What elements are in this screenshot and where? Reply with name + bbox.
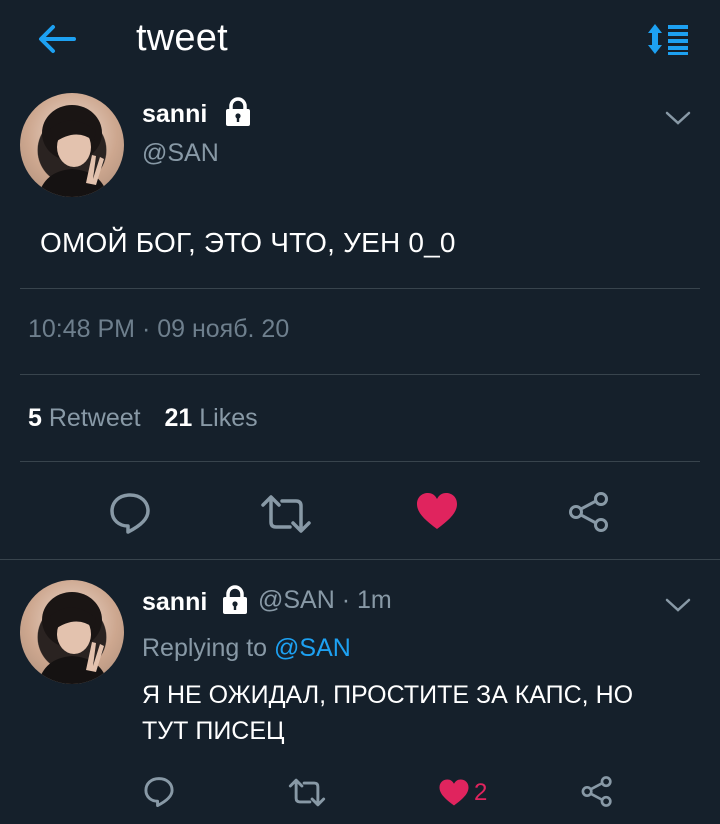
share-icon[interactable] [568,492,610,532]
reply-text: Я НЕ ОЖИДАЛ, ПРОСТИТЕ ЗА КАПС, НО ТУТ ПИ… [142,677,702,749]
share-icon[interactable] [581,776,613,807]
reply-text-line: Я НЕ ОЖИДАЛ, ПРОСТИТЕ ЗА КАПС, НО [142,681,634,709]
reply-meta: @SAN · 1m [258,586,392,614]
lock-icon [226,97,250,126]
page-title: tweet [136,17,228,59]
heart-icon[interactable] [438,778,470,807]
retweet-count[interactable]: 5 [28,404,42,432]
top-bar: tweet [0,0,720,82]
divider [0,559,720,560]
divider [20,461,700,462]
arrow-left-icon[interactable] [36,24,76,54]
chevron-down-icon[interactable] [664,596,692,614]
divider [20,374,700,375]
reply-text-line: ТУТ ПИСЕЦ [142,717,285,745]
heart-icon[interactable] [415,491,459,531]
avatar[interactable] [20,93,124,197]
reply-avatar[interactable] [20,580,124,684]
replying-prefix: Replying to [142,634,268,662]
reply-icon[interactable] [108,490,152,534]
reply-icon[interactable] [143,775,175,807]
reply-like-count: 2 [474,779,488,806]
reply-author-name[interactable]: sanni [142,588,207,617]
likes-label[interactable]: Likes [199,404,257,432]
mention-link[interactable]: @SAN [274,634,351,662]
replying-to: Replying to @SAN [142,634,351,663]
tweet-stats: 5 Retweet 21 Likes [28,404,258,433]
likes-count[interactable]: 21 [164,404,192,432]
retweet-icon[interactable] [288,778,326,807]
tweet-timestamp: 10:48 PM · 09 нояб. 20 [28,315,290,343]
author-handle[interactable]: @SAN [142,139,219,168]
divider [20,288,700,289]
author-name[interactable]: sanni [142,100,207,129]
chevron-down-icon[interactable] [664,109,692,127]
sort-list-icon[interactable] [646,22,690,56]
tweet-text: ОМОЙ БОГ, ЭТО ЧТО, УЕН 0_0 [40,227,456,258]
lock-icon [223,585,247,614]
retweet-icon[interactable] [260,494,312,534]
retweet-label[interactable]: Retweet [49,404,141,432]
